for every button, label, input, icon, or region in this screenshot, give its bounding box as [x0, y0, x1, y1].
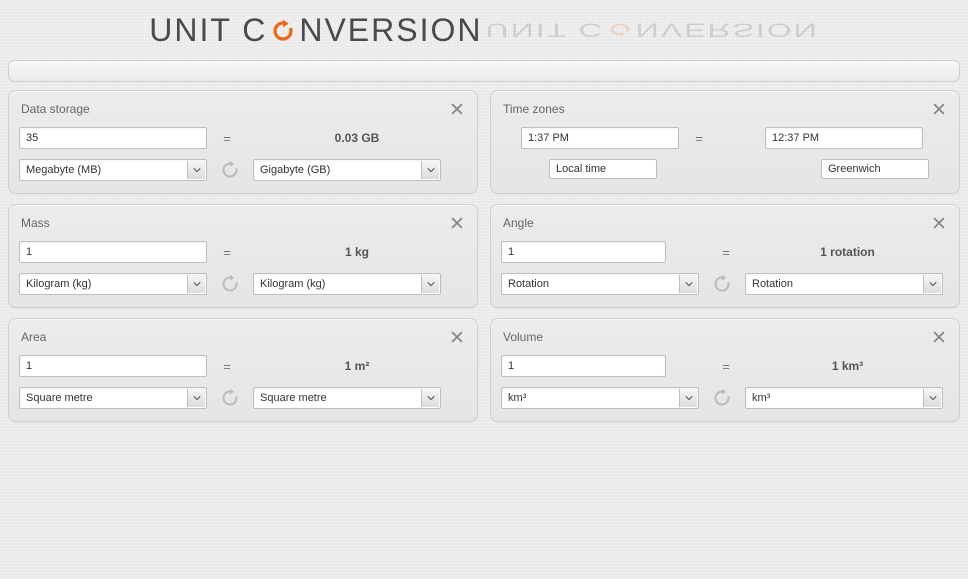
- chevron-down-icon: [923, 389, 941, 407]
- select-value: km³: [752, 392, 770, 404]
- panels-grid: Data storage = 0.03 GB Megabyte (MB) Gig…: [0, 90, 968, 422]
- select-value: Square metre: [26, 392, 93, 404]
- to-unit-select[interactable]: Kilogram (kg): [253, 273, 441, 295]
- from-time-input[interactable]: [521, 127, 679, 149]
- close-icon[interactable]: [449, 329, 465, 345]
- refresh-o-icon: [269, 17, 297, 45]
- select-value: Square metre: [260, 392, 327, 404]
- chevron-down-icon: [421, 161, 439, 179]
- chevron-down-icon: [187, 275, 205, 293]
- result-value: 1 km³: [746, 359, 949, 373]
- equals-label: =: [217, 131, 237, 146]
- panel-mass: Mass = 1 kg Kilogram (kg) Kilogram (kg): [8, 204, 478, 308]
- select-value: Kilogram (kg): [26, 278, 91, 290]
- app-title: UNIT C NVERSION: [149, 14, 482, 46]
- to-unit-select[interactable]: Square metre: [253, 387, 441, 409]
- to-time-input[interactable]: [765, 127, 923, 149]
- value-input[interactable]: [501, 355, 666, 377]
- chevron-down-icon: [187, 389, 205, 407]
- chevron-down-icon: [679, 389, 697, 407]
- from-unit-select[interactable]: Kilogram (kg): [19, 273, 207, 295]
- from-unit-select[interactable]: km³: [501, 387, 699, 409]
- chevron-down-icon: [187, 161, 205, 179]
- panel-data-storage: Data storage = 0.03 GB Megabyte (MB) Gig…: [8, 90, 478, 194]
- result-value: 0.03 GB: [247, 131, 467, 145]
- chevron-down-icon: [421, 389, 439, 407]
- result-value: 1 rotation: [746, 245, 949, 259]
- panel-title: Data storage: [21, 102, 90, 116]
- to-unit-select[interactable]: Gigabyte (GB): [253, 159, 441, 181]
- equals-label: =: [689, 131, 709, 146]
- close-icon[interactable]: [931, 101, 947, 117]
- chevron-down-icon: [679, 275, 697, 293]
- from-unit-select[interactable]: Rotation: [501, 273, 699, 295]
- swap-icon[interactable]: [217, 160, 243, 180]
- title-reflection: UNIT C NVERSION: [486, 20, 819, 39]
- panel-title: Volume: [503, 330, 543, 344]
- swap-icon[interactable]: [709, 388, 735, 408]
- select-value: Megabyte (MB): [26, 164, 101, 176]
- result-value: 1 m²: [247, 359, 467, 373]
- title-left: UNIT C: [149, 14, 267, 46]
- close-icon[interactable]: [931, 215, 947, 231]
- swap-icon[interactable]: [217, 388, 243, 408]
- title-right: NVERSION: [299, 14, 482, 46]
- close-icon[interactable]: [449, 101, 465, 117]
- value-input[interactable]: [501, 241, 666, 263]
- equals-label: =: [217, 245, 237, 260]
- chevron-down-icon: [421, 275, 439, 293]
- panel-title: Area: [21, 330, 46, 344]
- panel-title: Mass: [21, 216, 50, 230]
- equals-label: =: [716, 359, 736, 374]
- close-icon[interactable]: [449, 215, 465, 231]
- close-icon[interactable]: [931, 329, 947, 345]
- value-input[interactable]: [19, 127, 207, 149]
- to-unit-select[interactable]: Rotation: [745, 273, 943, 295]
- panel-title: Time zones: [503, 102, 565, 116]
- to-zone-label[interactable]: Greenwich: [821, 159, 929, 179]
- panel-area: Area = 1 m² Square metre Square metre: [8, 318, 478, 422]
- panel-volume: Volume = 1 km³ km³ km³: [490, 318, 960, 422]
- from-unit-select[interactable]: Megabyte (MB): [19, 159, 207, 181]
- from-zone-label[interactable]: Local time: [549, 159, 657, 179]
- select-value: Kilogram (kg): [260, 278, 325, 290]
- swap-icon[interactable]: [217, 274, 243, 294]
- equals-label: =: [716, 245, 736, 260]
- chevron-down-icon: [923, 275, 941, 293]
- panel-title: Angle: [503, 216, 534, 230]
- select-value: Gigabyte (GB): [260, 164, 330, 176]
- equals-label: =: [217, 359, 237, 374]
- result-value: 1 kg: [247, 245, 467, 259]
- to-unit-select[interactable]: km³: [745, 387, 943, 409]
- app-header: UNIT C NVERSION UNIT C NVERSION: [0, 0, 968, 56]
- select-value: Rotation: [752, 278, 793, 290]
- value-input[interactable]: [19, 241, 207, 263]
- swap-icon[interactable]: [709, 274, 735, 294]
- top-toolbar: [8, 60, 960, 82]
- select-value: km³: [508, 392, 526, 404]
- panel-time-zones: Time zones = Local time Greenwich: [490, 90, 960, 194]
- panel-angle: Angle = 1 rotation Rotation Rotation: [490, 204, 960, 308]
- value-input[interactable]: [19, 355, 207, 377]
- from-unit-select[interactable]: Square metre: [19, 387, 207, 409]
- select-value: Rotation: [508, 278, 549, 290]
